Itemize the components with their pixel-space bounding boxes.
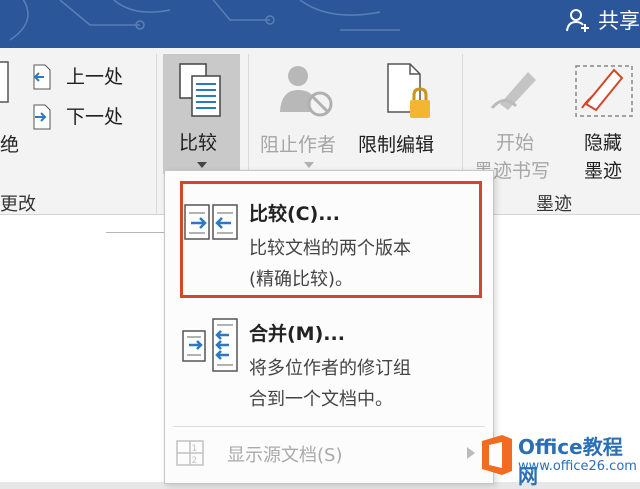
next-change-button[interactable]: 下一处 bbox=[30, 102, 140, 132]
restrict-editing-label: 限制编辑 bbox=[358, 134, 435, 156]
compare-label: 比较 bbox=[179, 132, 218, 154]
hide-ink-icon bbox=[575, 65, 633, 117]
share-label: 共享 bbox=[598, 9, 640, 33]
menu-item-description: 将多位作者的修订组 bbox=[249, 358, 411, 379]
start-inking-button[interactable]: 开始 墨迹书写 bbox=[466, 54, 566, 184]
block-authors-label: 阻止作者 bbox=[260, 134, 337, 156]
lock-document-icon bbox=[387, 63, 430, 118]
chevron-right-icon bbox=[467, 447, 475, 459]
restrict-editing-button[interactable]: 限制编辑 bbox=[356, 54, 456, 174]
share-button[interactable]: 共享 bbox=[566, 4, 640, 36]
menu-item-combine[interactable]: 合并(M)... 将多位作者的修订组 合到一个文档中。 bbox=[165, 307, 493, 425]
next-change-icon bbox=[33, 104, 51, 130]
menu-item-title: 显示源文档(S) bbox=[227, 445, 343, 466]
block-authors-button[interactable]: 阻止作者 bbox=[256, 54, 356, 174]
hide-ink-button[interactable]: 隐藏 墨迹 bbox=[570, 54, 640, 184]
menu-item-description: 合到一个文档中。 bbox=[249, 389, 393, 410]
previous-change-button[interactable]: 上一处 bbox=[30, 62, 140, 92]
ribbon-partial-label: 绝 bbox=[0, 134, 20, 156]
title-bar: 共享 bbox=[0, 0, 640, 48]
previous-change-icon bbox=[33, 64, 51, 90]
chevron-down-icon bbox=[197, 162, 207, 168]
compare-documents-icon bbox=[179, 63, 221, 117]
hide-ink-label-2: 墨迹 bbox=[584, 160, 623, 182]
block-authors-icon bbox=[280, 66, 333, 117]
source-documents-icon: 1 2 bbox=[176, 440, 204, 466]
svg-text:2: 2 bbox=[192, 456, 198, 466]
menu-item-title: 合并(M)... bbox=[249, 323, 345, 345]
changes-group-label: 更改 bbox=[0, 194, 36, 215]
watermark-url: www.office26.com bbox=[518, 459, 637, 474]
svg-text:1: 1 bbox=[192, 444, 198, 454]
combine-documents-icon bbox=[182, 318, 238, 372]
title-bar-pattern bbox=[9, 0, 400, 41]
compare-button[interactable]: 比较 bbox=[163, 54, 240, 174]
highlight-annotation-box bbox=[180, 181, 482, 298]
start-inking-label-1: 开始 bbox=[496, 132, 535, 154]
watermark: Office教程网 www.office26.com bbox=[478, 429, 640, 488]
ribbon-separator bbox=[156, 54, 157, 214]
ink-group-label: 墨迹 bbox=[536, 194, 572, 215]
previous-change-label: 上一处 bbox=[66, 66, 124, 88]
menu-separator bbox=[173, 426, 485, 427]
accept-icon-partial bbox=[0, 61, 9, 103]
next-change-label: 下一处 bbox=[66, 106, 124, 128]
pen-icon bbox=[490, 72, 536, 110]
person-add-icon bbox=[566, 9, 589, 32]
office-logo-icon bbox=[482, 435, 512, 475]
hide-ink-label-1: 隐藏 bbox=[584, 132, 623, 154]
chevron-down-icon bbox=[304, 162, 314, 168]
menu-item-show-source-documents[interactable]: 1 2 显示源文档(S) bbox=[165, 433, 493, 473]
